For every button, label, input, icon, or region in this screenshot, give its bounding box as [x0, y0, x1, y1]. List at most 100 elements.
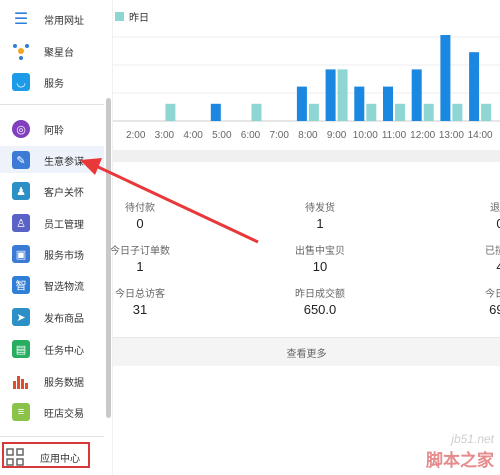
bar-today[interactable] — [354, 86, 365, 121]
stat-value[interactable]: 0 — [136, 216, 143, 231]
x-tick-label: 5:00 — [212, 130, 232, 141]
sidebar-item-label: 常用网址 — [44, 15, 84, 27]
bar-today[interactable] — [411, 69, 422, 121]
market-icon: ▣ — [12, 245, 30, 263]
stat-label: 待付款 — [125, 203, 155, 214]
stat-label: 今日子订单数 — [110, 246, 170, 257]
trade-icon: ≡ — [12, 403, 30, 421]
sidebar: ☰ 常用网址 聚星台 ◡ 服务 ◎ 阿聆 ✎ 生意参谋 ♟ 客户关怀 ♙ 员工管… — [0, 0, 112, 475]
bar-today[interactable] — [325, 69, 336, 121]
sidebar-item-service-data[interactable]: 服务数据 — [0, 368, 112, 394]
bar-today[interactable] — [210, 103, 221, 121]
sidebar-scrollbar[interactable] — [106, 98, 111, 418]
sidebar-item-aling[interactable]: ◎ 阿聆 — [0, 116, 112, 142]
x-tick-label: 9:00 — [327, 130, 347, 141]
bar-yesterday[interactable] — [337, 69, 348, 121]
bar-chart: 002:003:004:005:006:007:008:009:0010:001… — [113, 35, 500, 141]
bar-yesterday[interactable] — [308, 103, 319, 121]
app-center-highlight-box — [2, 442, 90, 468]
staff-icon: ♙ — [12, 214, 30, 232]
bar-yesterday[interactable] — [395, 103, 405, 121]
sidebar-item-staff-management[interactable]: ♙ 员工管理 — [0, 210, 112, 236]
stat-value[interactable]: 0 — [496, 216, 500, 231]
site-watermark: jb51.net 脚本之家 — [426, 432, 494, 471]
sidebar-item-common-sites[interactable]: ☰ 常用网址 — [0, 6, 112, 32]
stat-label: 已揽收 — [485, 246, 500, 257]
sidebar-item-label: 员工管理 — [44, 219, 84, 231]
bar-yesterday[interactable] — [251, 103, 262, 121]
stat-value[interactable]: 1 — [136, 259, 143, 274]
x-tick-label: 14:00 — [468, 130, 493, 141]
bar-yesterday[interactable] — [366, 103, 377, 121]
x-tick-label: 3:00 — [155, 130, 175, 141]
stat-value[interactable]: 4 — [496, 259, 500, 274]
sidebar-item-publish-product[interactable]: ➤ 发布商品 — [0, 304, 112, 330]
list-icon: ☰ — [13, 11, 29, 28]
sidebar-item-label: 客户关怀 — [44, 187, 84, 199]
stat-label: 昨日成交额 — [295, 289, 345, 300]
x-tick-label: 6:00 — [241, 130, 261, 141]
customer-care-icon: ♟ — [12, 182, 30, 200]
view-more-bar[interactable]: 查看更多 — [113, 337, 500, 366]
logistics-icon: 智 — [12, 276, 30, 294]
stat-value[interactable]: 1 — [316, 216, 323, 231]
sidebar-item-label: 聚星台 — [44, 47, 74, 59]
sidebar-item-label: 生意参谋 — [44, 156, 84, 168]
stat-label: 待发货 — [305, 203, 335, 214]
watermark-domain: jb51.net — [451, 432, 494, 446]
stat-label: 出售中宝贝 — [295, 246, 345, 257]
circle-logo-icon: ◎ — [12, 120, 30, 138]
sidebar-item-logistics[interactable]: 智 智选物流 — [0, 272, 112, 298]
x-tick-label: 13:00 — [439, 130, 464, 141]
x-tick-label: 7:00 — [269, 130, 289, 141]
stat-value[interactable]: 698 — [489, 302, 500, 317]
x-tick-label: 4:00 — [183, 130, 203, 141]
sidebar-item-wangdian-trade[interactable]: ≡ 旺店交易 — [0, 399, 112, 425]
stat-value[interactable]: 31 — [133, 302, 147, 317]
stat-value[interactable]: 650.0 — [304, 302, 337, 317]
sidebar-divider — [0, 104, 104, 105]
sidebar-divider — [0, 436, 104, 437]
bar-yesterday[interactable] — [481, 103, 492, 121]
sidebar-item-juxingtai[interactable]: 聚星台 — [0, 38, 112, 64]
sidebar-item-label: 发布商品 — [44, 313, 84, 325]
stat-value[interactable]: 10 — [313, 259, 327, 274]
x-tick-label: 11:00 — [382, 130, 407, 141]
bar-yesterday[interactable] — [165, 103, 176, 121]
view-more-link[interactable]: 查看更多 — [287, 345, 327, 360]
sidebar-item-customer-care[interactable]: ♟ 客户关怀 — [0, 178, 112, 204]
watermark-brand: 脚本之家 — [426, 451, 494, 470]
sidebar-item-label: 服务 — [44, 78, 64, 90]
bar-today[interactable] — [383, 86, 393, 121]
star-network-icon — [12, 42, 30, 60]
bar-today[interactable] — [440, 35, 451, 121]
shopping-bag-icon: ◡ — [12, 73, 30, 91]
sidebar-item-label: 阿聆 — [44, 125, 64, 137]
sidebar-item-business-advisor[interactable]: ✎ 生意参谋 — [0, 147, 112, 173]
bar-today[interactable] — [296, 86, 307, 121]
x-tick-label: 12:00 — [410, 130, 435, 141]
sidebar-item-label: 服务数据 — [44, 377, 84, 389]
sidebar-item-label: 旺店交易 — [44, 408, 84, 420]
x-tick-label: 8:00 — [298, 130, 318, 141]
stat-label: 退款 — [490, 203, 500, 214]
sidebar-item-label: 任务中心 — [44, 345, 84, 357]
sidebar-item-service-market[interactable]: ▣ 服务市场 — [0, 241, 112, 267]
sidebar-item-label: 服务市场 — [44, 250, 84, 262]
stat-label: 今日总 — [485, 289, 500, 300]
x-tick-label: 2:00 — [126, 130, 146, 141]
x-tick-label: 10:00 — [353, 130, 378, 141]
business-advisor-icon: ✎ — [12, 151, 30, 169]
bar-yesterday[interactable] — [423, 103, 434, 121]
bar-today[interactable] — [469, 52, 480, 122]
sidebar-item-label: 智选物流 — [44, 281, 84, 293]
shop-stats-panel: 待付款 0 待发货 1 退款 0 今日子订单数 1 出售中宝贝 10 已揽收 4 今日总访客 31 昨日成交… — [110, 162, 500, 475]
sidebar-item-task-center[interactable]: ▤ 任务中心 — [0, 336, 112, 362]
stat-label: 今日总访客 — [115, 289, 165, 300]
task-icon: ▤ — [12, 340, 30, 358]
sidebar-item-service[interactable]: ◡ 服务 — [0, 69, 112, 95]
bar-yesterday[interactable] — [452, 103, 463, 121]
hourly-chart-panel: 昨日 002:003:004:005:006:007:008:009:0010:… — [113, 0, 500, 150]
section-gap — [113, 150, 500, 162]
bar-data-icon — [12, 372, 30, 390]
